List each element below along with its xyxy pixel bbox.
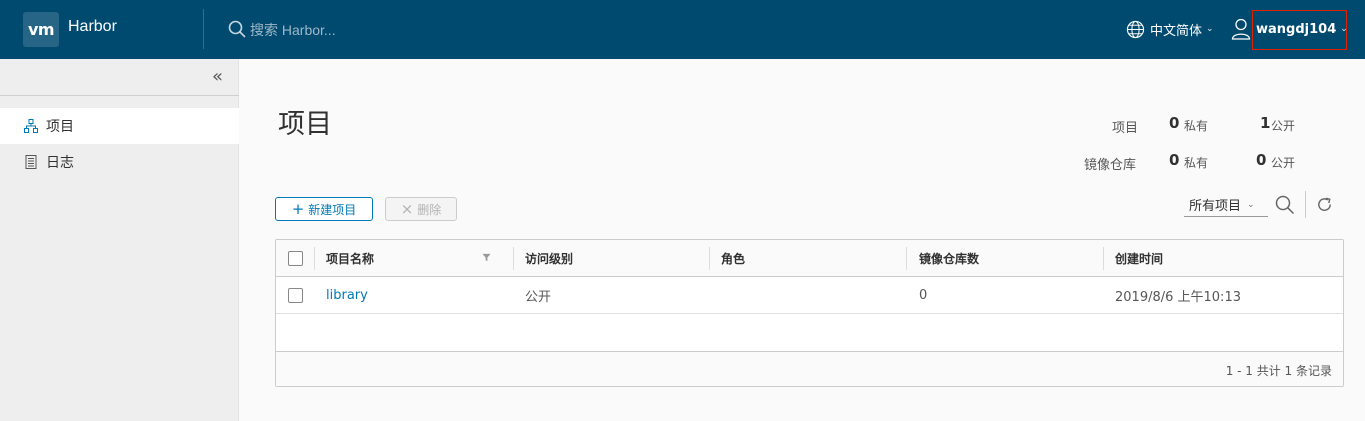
sidebar-item-label: 日志 [46,155,74,171]
column-divider [1103,247,1104,270]
pagination-summary: 1 - 1 共计 1 条记录 [1225,364,1332,378]
column-divider [314,247,315,270]
column-divider [709,247,710,270]
sidebar-item-logs[interactable]: 日志 [0,144,239,180]
table-footer: 1 - 1 共计 1 条记录 [276,351,1343,386]
summary-public-label: 公开 [1271,156,1296,170]
new-project-label: 新建项目 [308,202,357,217]
column-header-name[interactable]: 项目名称 [326,240,374,277]
collapse-sidebar-icon[interactable]: « [212,67,230,87]
summary-repos-private-count: 0 [1169,151,1180,169]
summary-projects-label: 项目 [1112,121,1139,136]
summary-repos-public-count: 0 [1256,151,1267,169]
globe-icon [1126,20,1145,38]
filter-value: 所有项目 [1189,199,1242,214]
log-icon [25,155,37,169]
search-icon [228,20,246,38]
summary-private-label: 私有 [1184,156,1209,170]
new-project-button[interactable]: + 新建项目 [275,197,373,221]
language-label: 中文简体 [1150,23,1203,39]
table-header: 项目名称 访问级别 角色 镜像仓库数 创建时间 [276,240,1343,277]
sidebar-item-label: 项目 [46,119,74,135]
search-icon[interactable] [1275,195,1295,215]
chevron-down-icon: ⌄ [1206,24,1214,34]
column-divider [513,247,514,270]
vmware-logo[interactable]: vm [23,12,59,47]
chevron-down-icon: ⌄ [1247,199,1255,210]
app-name[interactable]: Harbor [68,18,117,36]
page-title: 项目 [278,109,332,140]
creation-time: 2019/8/6 上午10:13 [1115,290,1241,305]
user-icon [1231,18,1251,40]
close-icon: × [400,199,414,218]
toolbar-divider [1305,191,1306,218]
header-divider [203,9,204,49]
delete-label: 删除 [417,202,442,217]
column-header-created[interactable]: 创建时间 [1115,240,1163,277]
sidebar-divider [0,95,239,96]
column-divider [906,247,907,270]
column-header-access[interactable]: 访问级别 [525,240,573,277]
sitemap-icon [24,119,38,133]
table-row[interactable]: library 公开 0 2019/8/6 上午10:13 [276,277,1343,314]
column-header-role[interactable]: 角色 [721,240,745,277]
access-level: 公开 [525,290,552,305]
refresh-icon[interactable] [1315,195,1334,214]
repo-count: 0 [919,288,928,303]
top-header: vm Harbor 中文简体 ⌄ wangdj104 ⌄ [0,0,1365,59]
sidebar: « 项目 日志 [0,59,239,421]
plus-icon: + [291,199,305,218]
summary-projects-private-count: 0 [1169,114,1180,132]
global-search-input[interactable] [250,19,550,41]
row-checkbox[interactable] [288,288,303,303]
summary-private-label: 私有 [1184,119,1209,133]
project-name-link[interactable]: library [326,277,368,314]
projects-table: 项目名称 访问级别 角色 镜像仓库数 创建时间 library 公开 0 201… [275,239,1344,387]
summary-public-label: 公开 [1271,119,1296,133]
select-all-checkbox[interactable] [288,251,303,266]
project-filter-select[interactable]: 所有项目 ⌄ [1184,193,1268,217]
delete-button[interactable]: × 删除 [385,197,457,221]
summary-repos-label: 镜像仓库 [1084,158,1137,173]
summary-projects-public-count: 1 [1260,114,1271,132]
filter-icon[interactable] [482,253,491,262]
sidebar-item-projects[interactable]: 项目 [0,108,239,144]
language-selector[interactable]: 中文简体 ⌄ [1126,18,1214,40]
column-header-repo-count[interactable]: 镜像仓库数 [919,240,979,277]
user-highlight-box [1252,10,1347,50]
